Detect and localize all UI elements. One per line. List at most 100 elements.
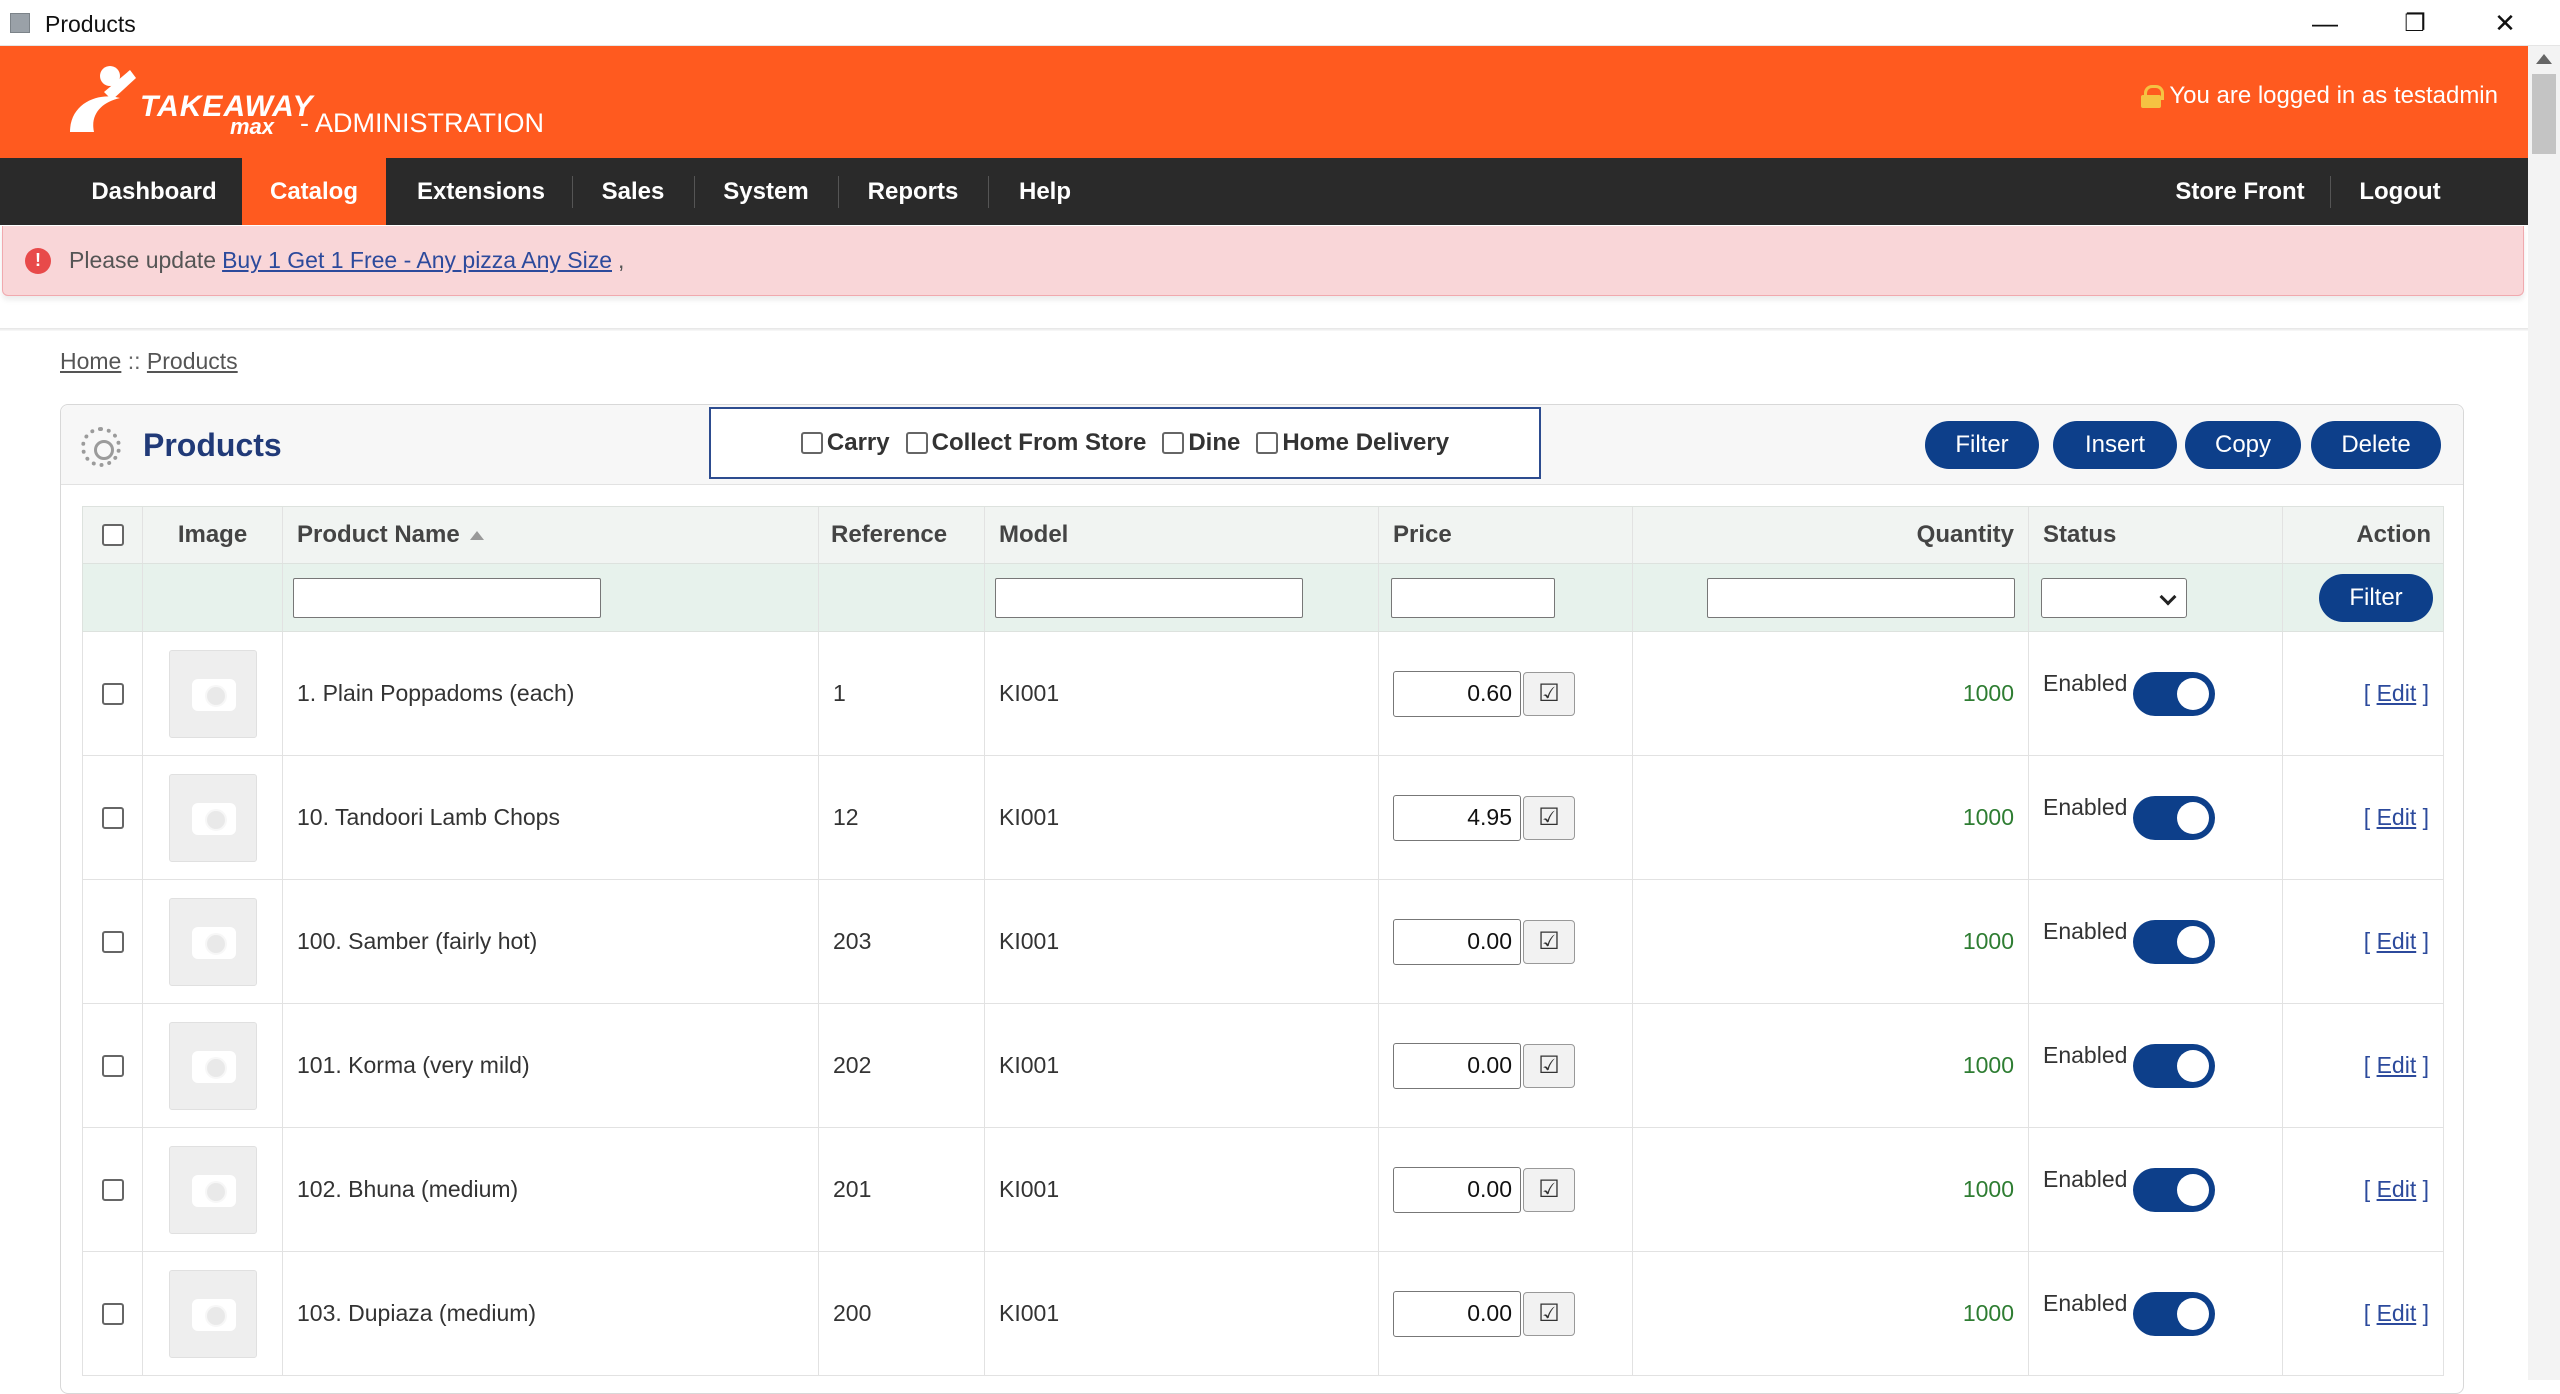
- edit-link[interactable]: [ Edit ]: [2364, 1300, 2429, 1327]
- status-toggle[interactable]: [2133, 1167, 2216, 1212]
- filter-cell-name: [283, 564, 819, 631]
- status-label: Enabled: [2043, 1166, 2128, 1192]
- status-toggle[interactable]: [2133, 1043, 2216, 1088]
- status-label: Enabled: [2043, 794, 2128, 820]
- order-type-collect[interactable]: Collect From Store: [905, 429, 1147, 457]
- nav-help[interactable]: Help: [1000, 158, 1090, 225]
- admin-label: - ADMINISTRATION: [300, 108, 545, 138]
- model-filter-input[interactable]: [995, 577, 1303, 618]
- product-image-placeholder-icon[interactable]: [168, 649, 257, 738]
- col-product-name[interactable]: Product Name: [283, 507, 819, 563]
- select-all-checkbox[interactable]: [101, 524, 124, 546]
- edit-link[interactable]: [ Edit ]: [2364, 1176, 2429, 1203]
- product-image-placeholder-icon[interactable]: [168, 773, 257, 862]
- row-checkbox[interactable]: [101, 682, 124, 705]
- price-input[interactable]: 4.95: [1393, 794, 1521, 841]
- page-scrollbar[interactable]: [2528, 46, 2560, 1380]
- admin-header: TAKEAWAY max - ADMINISTRATION You are lo…: [0, 46, 2528, 158]
- action-cell: [ Edit ]: [2283, 632, 2445, 755]
- scroll-up-arrow-icon[interactable]: [2536, 54, 2552, 64]
- edit-label: Edit: [2376, 928, 2417, 954]
- product-image-placeholder-icon[interactable]: [168, 897, 257, 986]
- collect-checkbox[interactable]: [905, 432, 928, 454]
- price-input[interactable]: 0.60: [1393, 670, 1521, 717]
- nav-extensions[interactable]: Extensions: [400, 158, 562, 225]
- nav-divider: [572, 176, 573, 208]
- price-input[interactable]: 0.00: [1393, 918, 1521, 965]
- save-price-icon[interactable]: ☑: [1523, 1167, 1575, 1212]
- minimize-icon[interactable]: —: [2280, 0, 2370, 46]
- breadcrumb-home[interactable]: Home: [60, 348, 121, 374]
- save-price-icon[interactable]: ☑: [1523, 919, 1575, 964]
- status-toggle[interactable]: [2133, 919, 2216, 964]
- nav-store-front[interactable]: Store Front: [2156, 158, 2324, 225]
- status-filter-select[interactable]: [2041, 577, 2187, 618]
- panel-header: Products Carry Collect From Store Dine H…: [61, 405, 2463, 485]
- row-checkbox[interactable]: [101, 930, 124, 953]
- save-price-icon[interactable]: ☑: [1523, 795, 1575, 840]
- copy-button[interactable]: Copy: [2185, 421, 2301, 469]
- nav-logout[interactable]: Logout: [2342, 158, 2458, 225]
- restore-icon[interactable]: ❐: [2370, 0, 2460, 46]
- row-checkbox[interactable]: [101, 1302, 124, 1325]
- product-image-placeholder-icon[interactable]: [168, 1145, 257, 1234]
- price-input[interactable]: 0.00: [1393, 1042, 1521, 1089]
- save-price-icon[interactable]: ☑: [1523, 671, 1575, 716]
- product-name-filter-input[interactable]: [293, 577, 601, 618]
- edit-link[interactable]: [ Edit ]: [2364, 804, 2429, 831]
- price-cell: 4.95 ☑: [1379, 756, 1633, 879]
- col-quantity[interactable]: Quantity: [1633, 507, 2029, 563]
- filter-cell-model: [985, 564, 1379, 631]
- home-delivery-checkbox[interactable]: [1256, 432, 1279, 454]
- status-toggle[interactable]: [2133, 671, 2216, 716]
- col-model[interactable]: Model: [985, 507, 1379, 563]
- order-type-dine[interactable]: Dine: [1162, 429, 1240, 457]
- save-price-icon[interactable]: ☑: [1523, 1043, 1575, 1088]
- grid-filter-button[interactable]: Filter: [2319, 574, 2433, 622]
- price-input[interactable]: 0.00: [1393, 1166, 1521, 1213]
- takeaway-max-logo[interactable]: TAKEAWAY max: [60, 62, 313, 142]
- order-type-home-delivery[interactable]: Home Delivery: [1256, 429, 1449, 457]
- row-select-cell: [83, 1004, 143, 1127]
- filter-cell-reference: [819, 564, 985, 631]
- breadcrumb-products[interactable]: Products: [147, 348, 238, 374]
- collect-label: Collect From Store: [931, 429, 1147, 456]
- edit-link[interactable]: [ Edit ]: [2364, 928, 2429, 955]
- col-image: Image: [143, 507, 283, 563]
- carry-checkbox[interactable]: [800, 432, 823, 454]
- status-label: Enabled: [2043, 1042, 2128, 1068]
- nav-system[interactable]: System: [706, 158, 826, 225]
- scrollbar-thumb[interactable]: [2532, 74, 2556, 154]
- price-filter-input[interactable]: [1391, 577, 1555, 618]
- order-type-carry[interactable]: Carry: [800, 429, 890, 457]
- nav-sales[interactable]: Sales: [584, 158, 682, 225]
- nav-dashboard[interactable]: Dashboard: [60, 158, 248, 225]
- row-checkbox[interactable]: [101, 806, 124, 829]
- quantity-filter-input[interactable]: [1707, 577, 2015, 618]
- row-checkbox[interactable]: [101, 1054, 124, 1077]
- edit-link[interactable]: [ Edit ]: [2364, 680, 2429, 707]
- action-cell: [ Edit ]: [2283, 756, 2445, 879]
- col-price[interactable]: Price: [1379, 507, 1633, 563]
- nav-catalog[interactable]: Catalog: [242, 158, 386, 225]
- product-model: KI001: [985, 632, 1379, 755]
- breadcrumb-separator: ::: [127, 348, 141, 374]
- product-image-placeholder-icon[interactable]: [168, 1021, 257, 1110]
- nav-reports[interactable]: Reports: [850, 158, 976, 225]
- edit-label: Edit: [2376, 1300, 2417, 1326]
- product-image-placeholder-icon[interactable]: [168, 1269, 257, 1358]
- price-input[interactable]: 0.00: [1393, 1290, 1521, 1337]
- save-price-icon[interactable]: ☑: [1523, 1291, 1575, 1336]
- filter-button[interactable]: Filter: [1925, 421, 2039, 469]
- dine-checkbox[interactable]: [1162, 432, 1185, 454]
- edit-link[interactable]: [ Edit ]: [2364, 1052, 2429, 1079]
- alert-product-link[interactable]: Buy 1 Get 1 Free - Any pizza Any Size: [222, 247, 612, 274]
- close-icon[interactable]: ✕: [2460, 0, 2550, 46]
- row-checkbox[interactable]: [101, 1178, 124, 1201]
- col-reference[interactable]: Reference: [819, 507, 985, 563]
- status-toggle[interactable]: [2133, 1291, 2216, 1336]
- status-toggle[interactable]: [2133, 795, 2216, 840]
- delete-button[interactable]: Delete: [2311, 421, 2441, 469]
- insert-button[interactable]: Insert: [2053, 421, 2177, 469]
- col-status[interactable]: Status: [2029, 507, 2283, 563]
